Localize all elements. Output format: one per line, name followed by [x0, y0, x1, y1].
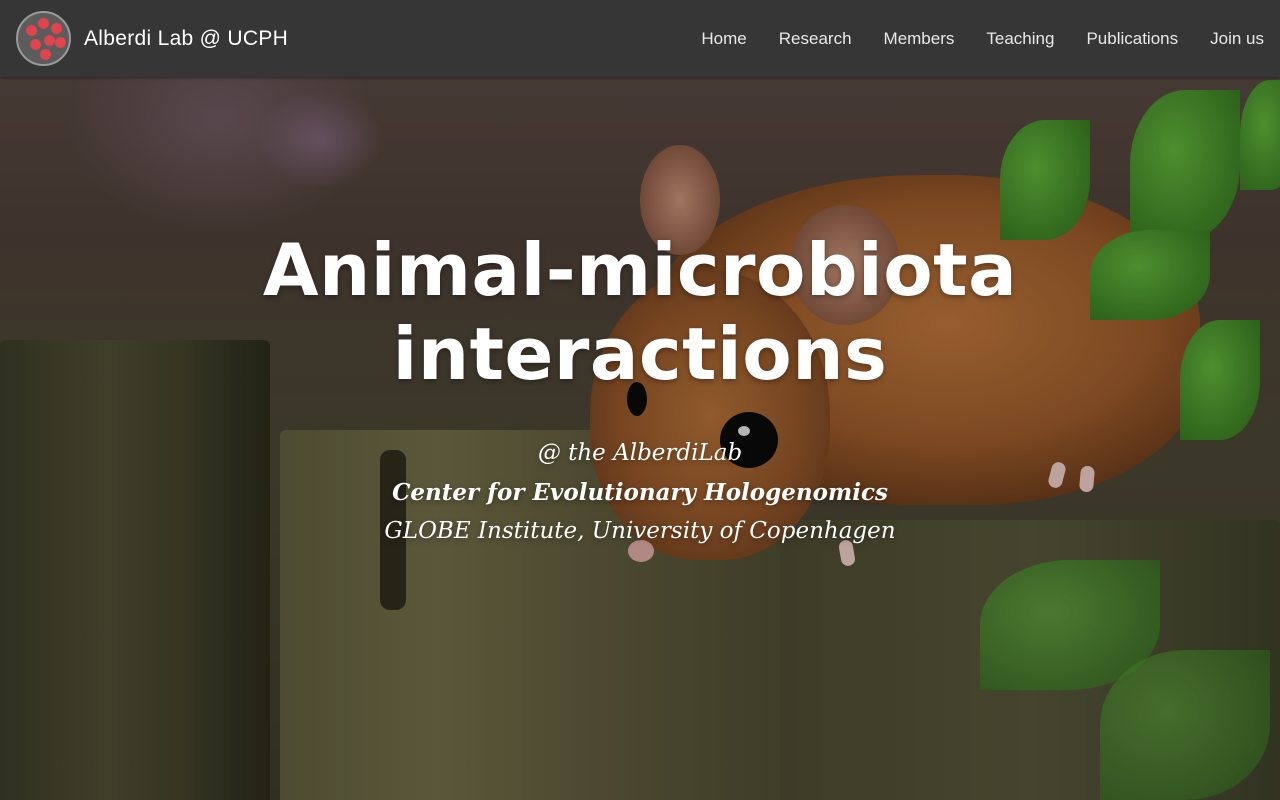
logo-dot [44, 35, 55, 46]
nav-item-home[interactable]: Home [701, 28, 746, 50]
subtitle-lab: @ the AlberdiLab [537, 440, 743, 466]
subtitle-center: Center for Evolutionary Hologenomics [392, 479, 888, 506]
paw-print-logo-icon[interactable] [16, 11, 71, 66]
main-nav: Home Research Members Teaching Publicati… [669, 0, 1264, 77]
top-navbar: Alberdi Lab @ UCPH Home Research Members… [0, 0, 1280, 77]
logo-dot [30, 39, 41, 50]
logo-dot [51, 23, 62, 34]
nav-item-members[interactable]: Members [884, 28, 955, 50]
site-title[interactable]: Alberdi Lab @ UCPH [84, 26, 288, 52]
logo-dot [55, 37, 66, 48]
nav-item-join-us[interactable]: Join us [1210, 28, 1264, 50]
hero-subtitle: @ the AlberdiLab Center for Evolutionary… [0, 434, 1280, 551]
logo-dot [26, 25, 37, 36]
nav-item-research[interactable]: Research [779, 28, 852, 50]
hero-text: Animal-microbiota interactions @ the Alb… [0, 228, 1280, 551]
headline-line-2: interactions [392, 312, 888, 396]
nav-item-teaching[interactable]: Teaching [986, 28, 1054, 50]
subtitle-institute: GLOBE Institute, University of Copenhage… [384, 518, 896, 544]
headline-line-1: Animal-microbiota [262, 228, 1018, 312]
logo-dot [40, 49, 51, 60]
nav-item-publications[interactable]: Publications [1086, 28, 1178, 50]
logo-dot [38, 18, 49, 29]
hero-headline: Animal-microbiota interactions [0, 228, 1280, 396]
